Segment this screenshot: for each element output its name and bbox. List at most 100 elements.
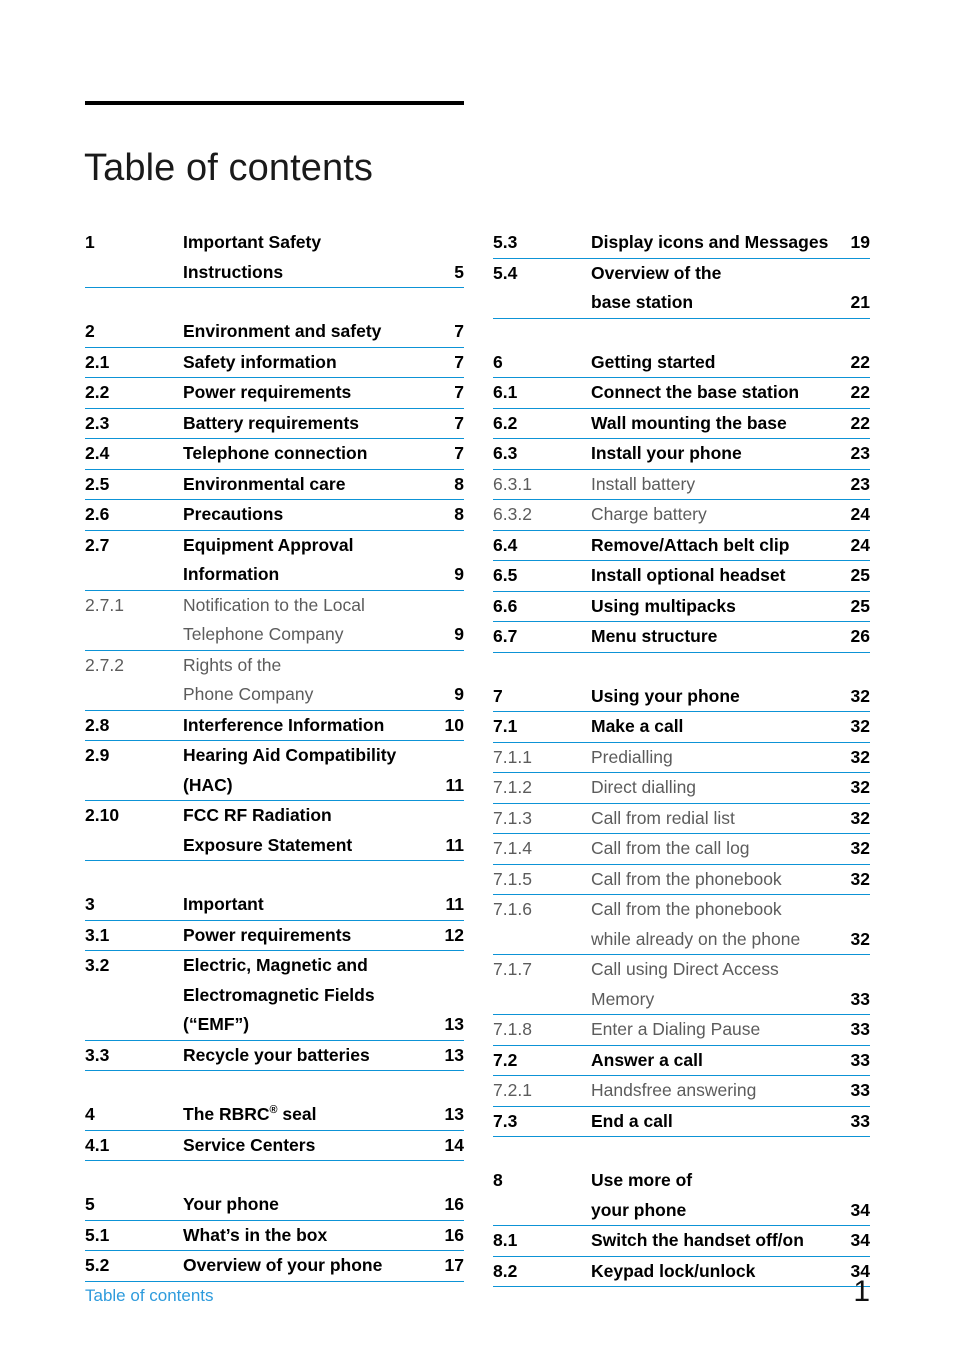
toc-entry[interactable]: 3.1 Power requirements 12	[85, 921, 464, 951]
toc-entry-number: 7.2	[493, 1049, 518, 1070]
toc-entry[interactable]: 2.4 Telephone connection 7	[85, 439, 464, 470]
toc-entry-line: 5.2 Overview of your phone 17	[85, 1251, 464, 1281]
toc-entry-label: Your phone	[183, 1194, 279, 1214]
toc-entry-label: Hearing Aid Compatibility	[183, 745, 397, 765]
toc-entry-label: Information	[183, 564, 280, 584]
toc-entry[interactable]: 6.5 Install optional headset 25	[493, 561, 870, 592]
toc-entry[interactable]: 6.4 Remove/Attach belt clip 24	[493, 531, 870, 561]
toc-entry[interactable]: 2.7.1 Notification to the Local Telephone …	[85, 591, 464, 651]
toc-entry-label: Connect the base station	[591, 382, 800, 402]
toc-entry[interactable]: 7.3 End a call 33	[493, 1107, 870, 1137]
toc-entry[interactable]: 5 Your phone 16	[85, 1190, 464, 1221]
toc-group: 1 Important Safety Instructions 5	[85, 228, 464, 288]
toc-entry[interactable]: 8.1 Switch the handset off/on 34	[493, 1226, 870, 1257]
toc-entry[interactable]: 7.1.6 Call from the phonebook while alread…	[493, 895, 870, 955]
toc-entry[interactable]: 2.1 Safety information 7	[85, 348, 464, 378]
toc-entry-page-number: 26	[850, 626, 870, 646]
toc-entry[interactable]: 4 The RBRC® seal 13	[85, 1100, 464, 1131]
toc-entry[interactable]: 8.2 Keypad lock/unlock 34	[493, 1257, 870, 1287]
toc-entry-line: 6.3.2 Charge battery 24	[493, 500, 870, 530]
toc-entry[interactable]: 6.3 Install your phone 23	[493, 439, 870, 470]
toc-entry-line: 8.1 Switch the handset off/on 34	[493, 1226, 870, 1256]
toc-entry[interactable]: 7.1.7 Call using Direct Access Memory 33	[493, 955, 870, 1015]
toc-entry[interactable]: 6.3.2 Charge battery 24	[493, 500, 870, 531]
registered-trademark-icon: ®	[269, 1104, 278, 1117]
toc-entry[interactable]: 5.3 Display icons and Messages 19	[493, 228, 870, 259]
toc-entry[interactable]: 2.3 Battery requirements 7	[85, 409, 464, 439]
toc-entry-page-number: 7	[454, 443, 464, 463]
toc-entry[interactable]: 5.2 Overview of your phone 17	[85, 1251, 464, 1282]
toc-entry-page-number: 8	[454, 473, 464, 494]
toc-entry-line: 7.1.8 Enter a Dialing Pause 33	[493, 1015, 870, 1045]
toc-entry-page-number: 22	[850, 412, 870, 433]
toc-entry-page-number: 32	[850, 746, 870, 767]
toc-entry[interactable]: 2.7.2 Rights of the Phone Company 9	[85, 651, 464, 711]
toc-group-spacer	[85, 288, 464, 317]
toc-entry-number: 6.5	[493, 565, 518, 585]
toc-entry-number: 8	[493, 1170, 503, 1190]
toc-entry-number: 2.9	[85, 745, 110, 765]
toc-entry-label: Overview of your phone	[183, 1255, 383, 1275]
toc-entry[interactable]: 2.9 Hearing Aid Compatibility (HAC) 11	[85, 741, 464, 801]
toc-entry[interactable]: 2.5 Environmental care 8	[85, 470, 464, 500]
toc-entry[interactable]: 8 Use more of your phone 34	[493, 1166, 870, 1226]
toc-entry-page-number: 16	[444, 1194, 464, 1214]
toc-entry-number: 7	[493, 685, 503, 706]
toc-entry-number: 6.7	[493, 626, 518, 646]
toc-entry[interactable]: 6.7 Menu structure 26	[493, 622, 870, 653]
toc-entry-label: Menu structure	[591, 626, 718, 646]
toc-entry-label: Service Centers	[183, 1134, 316, 1155]
toc-entry[interactable]: 1 Important Safety Instructions 5	[85, 228, 464, 288]
toc-entry[interactable]: 7.2.1 Handsfree answering 33	[493, 1076, 870, 1107]
toc-entry-line: 7.2.1 Handsfree answering 33	[493, 1076, 870, 1106]
toc-entry[interactable]: 7.1.8 Enter a Dialing Pause 33	[493, 1015, 870, 1046]
toc-entry[interactable]: 3.3 Recycle your batteries 13	[85, 1041, 464, 1071]
footer-label: Table of contents	[85, 1286, 214, 1305]
toc-entry[interactable]: 2.6 Precautions 8	[85, 500, 464, 531]
toc-entry-page-number: 11	[445, 894, 465, 914]
toc-entry[interactable]: 2.7 Equipment Approval Information 9	[85, 531, 464, 591]
toc-entry[interactable]: 2.8 Interference Information 10	[85, 711, 464, 741]
toc-entry[interactable]: 7.1 Make a call 32	[493, 712, 870, 743]
toc-entry[interactable]: 6.2 Wall mounting the base 22	[493, 409, 870, 439]
toc-entry[interactable]: 6.1 Connect the base station 22	[493, 378, 870, 409]
toc-entry[interactable]: 5.1 What’s in the box 16	[85, 1221, 464, 1251]
toc-entry-label: Instructions	[183, 261, 284, 282]
toc-entry[interactable]: 6.3.1 Install battery 23	[493, 470, 870, 500]
toc-entry-number: 6.1	[493, 382, 518, 402]
toc-entry-label: Using your phone	[591, 685, 740, 706]
toc-entry-line: 7.1.6 Call from the phonebook	[493, 895, 870, 925]
toc-group-spacer	[85, 861, 464, 890]
toc-entry[interactable]: 7.1.1 Predialling 32	[493, 743, 870, 773]
toc-entry-number: 2.5	[85, 473, 110, 494]
toc-entry[interactable]: 2 Environment and safety 7	[85, 317, 464, 348]
toc-entry-label: Recycle your batteries	[183, 1044, 370, 1065]
toc-entry-label: Install battery	[591, 473, 696, 494]
toc-entry[interactable]: 7.1.5 Call from the phonebook 32	[493, 865, 870, 895]
toc-entry[interactable]: 4.1 Service Centers 14	[85, 1131, 464, 1161]
toc-entry-label: Call from the call log	[591, 838, 750, 858]
toc-entry-line: 4.1 Service Centers 14	[85, 1131, 464, 1161]
toc-entry[interactable]: 6.6 Using multipacks 25	[493, 592, 870, 622]
toc-entry-label: base station	[591, 292, 694, 312]
toc-entry[interactable]: 7.1.2 Direct dialling 32	[493, 773, 870, 804]
toc-entry-label: Important	[183, 894, 264, 914]
toc-entry[interactable]: 7.2 Answer a call 33	[493, 1046, 870, 1076]
toc-entry[interactable]: 3.2 Electric, Magnetic and Electromagnetic…	[85, 951, 464, 1041]
toc-entry-label: The RBRC® seal	[183, 1104, 317, 1124]
toc-entry-line: while already on the phone 32	[493, 925, 870, 955]
toc-entry-line: 6.5 Install optional headset 25	[493, 561, 870, 591]
toc-entry[interactable]: 7.1.4 Call from the call log 32	[493, 834, 870, 865]
toc-entry-line: 6.6 Using multipacks 25	[493, 592, 870, 622]
toc-entry[interactable]: 2.10 FCC RF Radiation Exposure Statement 11	[85, 801, 464, 861]
toc-entry[interactable]: 6 Getting started 22	[493, 348, 870, 378]
toc-entry[interactable]: 2.2 Power requirements 7	[85, 378, 464, 409]
toc-entry[interactable]: 3 Important 11	[85, 890, 464, 921]
toc-entry-line: 5.1 What’s in the box 16	[85, 1221, 464, 1251]
toc-entry-page-number: 33	[850, 1110, 870, 1131]
toc-entry[interactable]: 7 Using your phone 32	[493, 682, 870, 712]
toc-entry[interactable]: 7.1.3 Call from redial list 32	[493, 804, 870, 834]
toc-entry[interactable]: 5.4 Overview of the base station 21	[493, 259, 870, 319]
toc-entry-page-number: 10	[444, 714, 464, 735]
toc-entry-label: Handsfree answering	[591, 1080, 757, 1100]
